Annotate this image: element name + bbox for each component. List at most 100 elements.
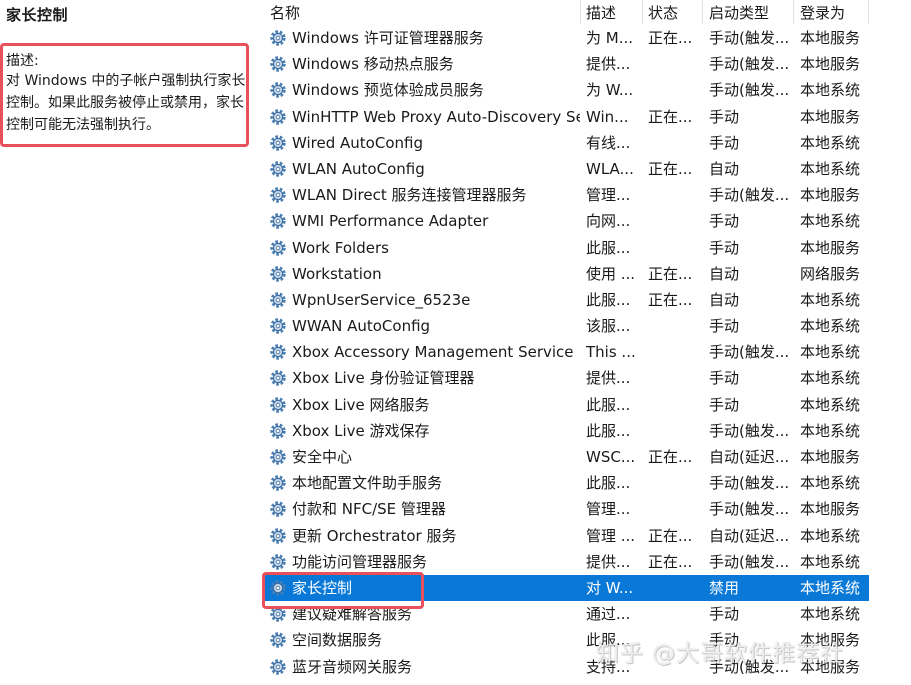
service-row[interactable]: Xbox Live 网络服务 此服... 手动 本地系统 xyxy=(262,392,869,418)
service-description: 此服... xyxy=(586,238,631,257)
service-name: 空间数据服务 xyxy=(292,631,383,650)
service-logon-as: 本地系统 xyxy=(800,212,861,231)
service-startup-type: 禁用 xyxy=(709,578,740,597)
gear-icon xyxy=(268,238,288,258)
service-startup-type: 手动(触发... xyxy=(709,421,790,440)
service-logon-as: 本地系统 xyxy=(800,421,861,440)
service-startup-type: 手动 xyxy=(709,107,740,126)
gear-icon xyxy=(268,133,288,153)
service-description: 管理... xyxy=(586,500,631,519)
service-logon-as: 本地系统 xyxy=(800,395,861,414)
service-logon-as: 本地系统 xyxy=(800,133,861,152)
service-startup-type: 自动(延迟... xyxy=(709,526,790,545)
service-rows: Windows 许可证管理器服务为 M... 正在... 手动(触发... 本地服务 W… xyxy=(262,25,869,680)
service-description: 为 W... xyxy=(586,81,634,100)
service-description: 此服... xyxy=(586,290,631,309)
column-divider[interactable] xyxy=(868,0,869,24)
selected-service-title: 家长控制 xyxy=(6,6,69,24)
gear-icon xyxy=(268,185,288,205)
service-name: WinHTTP Web Proxy Auto-Discovery Se... xyxy=(292,107,580,126)
service-description: 为 M... xyxy=(586,29,634,47)
service-description: 对 W... xyxy=(586,578,634,597)
gear-icon xyxy=(268,159,288,179)
service-row[interactable]: Xbox Accessory Management Service This ..… xyxy=(262,339,869,365)
service-row[interactable]: WinHTTP Web Proxy Auto-Discovery Se... Wi… xyxy=(262,104,869,130)
service-row[interactable]: 空间数据服务 此服... 手动 本地服务 xyxy=(262,627,869,653)
service-logon-as: 本地服务 xyxy=(800,55,861,74)
service-row[interactable]: 蓝牙音频网关服务 支持... 手动(触发... 本地服务 xyxy=(262,654,869,680)
service-logon-as: 本地服务 xyxy=(800,29,861,47)
service-status: 正在... xyxy=(648,264,693,283)
gear-icon xyxy=(268,578,288,598)
service-logon-as: 本地系统 xyxy=(800,290,861,309)
service-status: 正在... xyxy=(648,290,693,309)
description-text: 对 Windows 中的子帐户强制执行家长控制。如果此服务被停止或禁用，家长控制… xyxy=(6,73,246,133)
service-row[interactable]: 安全中心 WSC... 正在... 自动(延迟... 本地服务 xyxy=(262,444,869,470)
service-name: WpnUserService_6523e xyxy=(292,290,471,309)
service-name: Xbox Live 身份验证管理器 xyxy=(292,369,475,388)
service-startup-type: 手动(触发... xyxy=(709,343,790,362)
service-row[interactable]: 功能访问管理器服务 提供... 正在... 手动(触发... 本地系统 xyxy=(262,549,869,575)
service-row[interactable]: Work Folders 此服... 手动 本地服务 xyxy=(262,235,869,261)
service-row[interactable]: 付款和 NFC/SE 管理器 管理... 手动(触发... 本地服务 xyxy=(262,496,869,522)
gear-icon xyxy=(268,264,288,284)
gear-icon xyxy=(268,342,288,362)
service-row[interactable]: WLAN AutoConfig WLA... 正在... 自动 本地系统 xyxy=(262,156,869,182)
service-row[interactable]: 本地配置文件助手服务 此服... 手动(触发... 本地系统 xyxy=(262,470,869,496)
service-startup-type: 自动 xyxy=(709,290,740,309)
column-header-status[interactable]: 状态 xyxy=(648,2,694,23)
gear-icon xyxy=(268,552,288,572)
service-logon-as: 本地系统 xyxy=(800,343,861,362)
service-row[interactable]: Windows 移动热点服务 提供... 手动(触发... 本地服务 xyxy=(262,51,869,77)
service-logon-as: 本地系统 xyxy=(800,81,861,100)
service-name: Windows 许可证管理器服务 xyxy=(292,29,484,47)
service-name: Xbox Live 游戏保存 xyxy=(292,421,430,440)
service-name: Windows 预览体验成员服务 xyxy=(292,81,484,100)
column-divider[interactable] xyxy=(580,0,581,24)
service-row[interactable]: Windows 许可证管理器服务 为 M... 正在... 手动(触发... 本地服务 xyxy=(262,25,869,51)
service-row[interactable]: WMI Performance Adapter 向网... 手动 本地系统 xyxy=(262,208,869,234)
service-row[interactable]: Workstation 使用 ... 正在... 自动 网络服务 xyxy=(262,261,869,287)
column-header-startup-type[interactable]: 启动类型 xyxy=(709,2,791,23)
service-row[interactable]: 更新 Orchestrator 服务 管理 ... 正在... 自动(延迟... 本地系… xyxy=(262,523,869,549)
gear-icon xyxy=(268,447,288,467)
service-startup-type: 自动(延迟... xyxy=(709,448,790,466)
service-row[interactable]: Xbox Live 身份验证管理器 提供... 手动 本地系统 xyxy=(262,365,869,391)
service-logon-as: 本地服务 xyxy=(800,186,861,205)
gear-icon xyxy=(268,421,288,441)
service-row[interactable]: 建议疑难解答服务 通过... 手动 本地系统 xyxy=(262,601,869,627)
service-row[interactable]: WpnUserService_6523e 此服... 正在... 自动 本地系统 xyxy=(262,287,869,313)
service-row[interactable]: WLAN Direct 服务连接管理器服务 管理... 手动(触发... 本地服务 xyxy=(262,182,869,208)
service-name: 蓝牙音频网关服务 xyxy=(292,657,413,676)
column-divider[interactable] xyxy=(642,0,643,24)
column-header-logon-as[interactable]: 登录为 xyxy=(800,2,870,23)
service-row[interactable]: Xbox Live 游戏保存 此服... 手动(触发... 本地系统 xyxy=(262,418,869,444)
service-row[interactable]: Wired AutoConfig 有线... 手动 本地系统 xyxy=(262,130,869,156)
service-description: 管理... xyxy=(586,186,631,205)
service-startup-type: 手动 xyxy=(709,317,740,336)
service-name: 建议疑难解答服务 xyxy=(292,605,413,624)
service-row[interactable]: 家长控制 对 W... 禁用 本地系统 xyxy=(262,574,869,602)
service-startup-type: 手动(触发... xyxy=(709,55,790,74)
service-description: 支持... xyxy=(586,657,631,676)
gear-icon xyxy=(268,107,288,127)
column-divider[interactable] xyxy=(793,0,794,24)
gear-icon xyxy=(268,604,288,624)
description-pane: 家长控制 描述: 对 Windows 中的子帐户强制执行家长控制。如果此服务被停… xyxy=(0,0,262,685)
gear-icon xyxy=(268,657,288,677)
service-row[interactable]: WWAN AutoConfig 该服... 手动 本地系统 xyxy=(262,313,869,339)
column-header-name[interactable]: 名称 xyxy=(270,2,558,23)
service-startup-type: 自动 xyxy=(709,159,740,178)
service-description: 有线... xyxy=(586,133,631,152)
service-description: 该服... xyxy=(586,317,631,336)
service-status: 正在... xyxy=(648,107,693,126)
gear-icon xyxy=(268,316,288,336)
services-list[interactable]: 名称 描述 状态 启动类型 登录为 Windows 许可证管理器服务 为 M...… xyxy=(262,0,911,685)
service-row[interactable]: Windows 预览体验成员服务 为 W... 手动(触发... 本地系统 xyxy=(262,77,869,103)
column-divider[interactable] xyxy=(702,0,703,24)
gear-icon xyxy=(268,368,288,388)
service-name: 本地配置文件助手服务 xyxy=(292,474,443,493)
service-startup-type: 手动(触发... xyxy=(709,657,790,676)
service-startup-type: 手动(触发... xyxy=(709,474,790,493)
column-header-description[interactable]: 描述 xyxy=(586,2,636,23)
